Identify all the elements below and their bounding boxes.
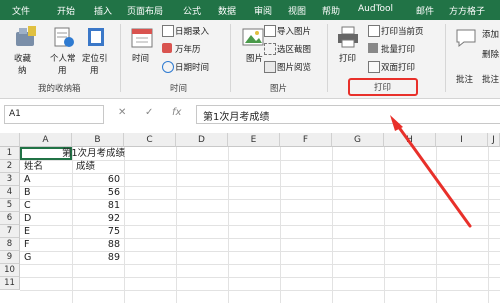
annotation-arrow (390, 115, 472, 228)
